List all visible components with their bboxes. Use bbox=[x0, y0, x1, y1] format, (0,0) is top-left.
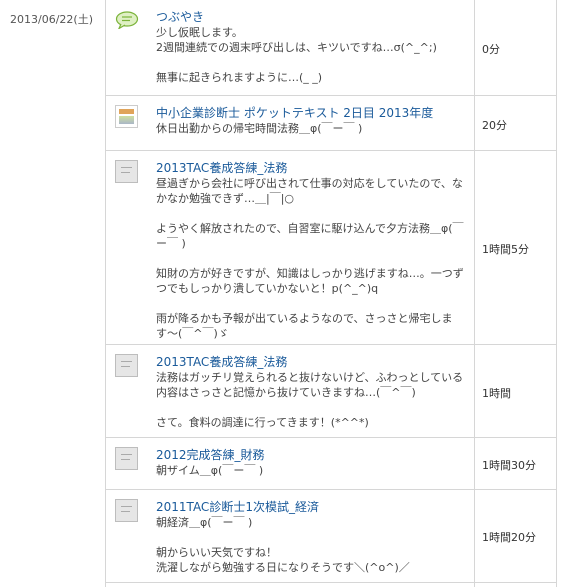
entry-duration: 0分 bbox=[482, 43, 500, 56]
row-divider bbox=[105, 582, 557, 583]
date-label: 2013/06/22(土) bbox=[10, 13, 93, 26]
entry-title-link[interactable]: 2013TAC養成答練_法務 bbox=[156, 159, 287, 176]
entry-comment: 朝経済＿φ(￣ー￣ ) 朝からいい天気ですね！ 洗濯しながら勉強する日になりそう… bbox=[156, 516, 410, 574]
book-cover-icon[interactable] bbox=[115, 105, 138, 128]
book-thumbnail-icon[interactable] bbox=[115, 447, 138, 470]
entry-duration: 1時間20分 bbox=[482, 531, 536, 544]
entry-comment: 少し仮眠します。 2週間連続での週末呼び出しは、キツいですね…σ(^_^;) 無… bbox=[156, 26, 437, 84]
log-entry: 2011TAC診断士1次模試_経済 朝経済＿φ(￣ー￣ ) 朝からいい天気ですね… bbox=[106, 490, 474, 582]
log-entry: 2013TAC養成答練_法務 法務はガッチリ覚えられると抜けないけど、ふわっとし… bbox=[106, 345, 474, 437]
entry-duration: 1時間30分 bbox=[482, 459, 536, 472]
entry-duration: 1時間5分 bbox=[482, 243, 529, 256]
entry-title-link[interactable]: 2013TAC養成答練_法務 bbox=[156, 353, 287, 370]
column-divider bbox=[556, 0, 557, 587]
log-entry: 2012完成答練_財務 朝ザイム＿φ(￣ー￣ ) bbox=[106, 438, 474, 489]
book-thumbnail-icon[interactable] bbox=[115, 354, 138, 377]
entry-title-link[interactable]: 2012完成答練_財務 bbox=[156, 446, 265, 463]
study-log-table: 2013/06/22(土) つぶやき 少し仮眠します。 2週間連続での週末呼び出… bbox=[0, 0, 565, 587]
entry-title-link[interactable]: 中小企業診断士 ポケットテキスト 2日目 2013年度 bbox=[156, 104, 433, 121]
log-entry: 2013TAC養成答練_法務 昼過ぎから会社に呼び出されて仕事の対応をしていたの… bbox=[106, 151, 474, 344]
entry-duration: 1時間 bbox=[482, 387, 511, 400]
entry-title-link[interactable]: つぶやき bbox=[156, 8, 204, 25]
book-thumbnail-icon[interactable] bbox=[115, 499, 138, 522]
log-entry: つぶやき 少し仮眠します。 2週間連続での週末呼び出しは、キツいですね…σ(^_… bbox=[106, 0, 474, 95]
log-entry: 中小企業診断士 ポケットテキスト 2日目 2013年度 休日出勤からの帰宅時間法… bbox=[106, 96, 474, 150]
column-divider bbox=[474, 0, 475, 587]
entry-comment: 朝ザイム＿φ(￣ー￣ ) bbox=[156, 464, 264, 477]
speech-bubble-icon bbox=[115, 11, 139, 29]
entry-duration: 20分 bbox=[482, 119, 507, 132]
entry-comment: 法務はガッチリ覚えられると抜けないけど、ふわっとしている内容はさっさと記憶から抜… bbox=[156, 371, 464, 429]
entry-comment: 休日出勤からの帰宅時間法務＿φ(￣ー￣ ) bbox=[156, 122, 363, 135]
entry-title-link[interactable]: 2011TAC診断士1次模試_経済 bbox=[156, 498, 319, 515]
entry-comment: 昼過ぎから会社に呼び出されて仕事の対応をしていたので、なかなか勉強できず…＿|￣… bbox=[156, 177, 464, 340]
book-thumbnail-icon[interactable] bbox=[115, 160, 138, 183]
